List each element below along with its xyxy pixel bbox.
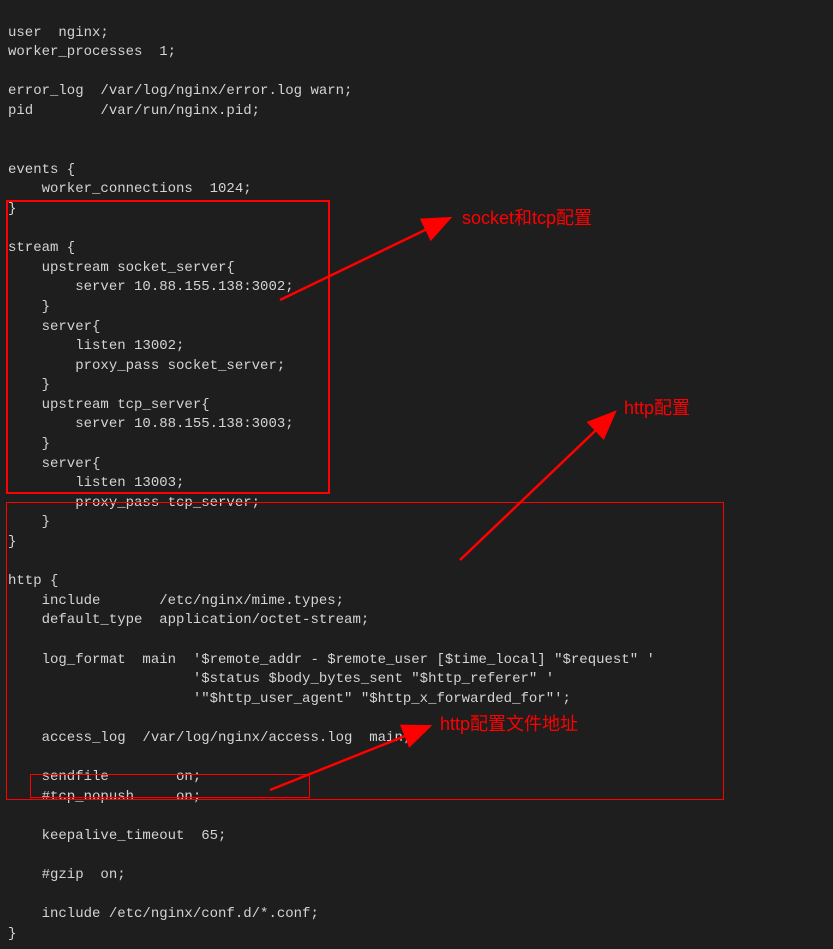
code-line: pid /var/run/nginx.pid; (8, 103, 260, 119)
code-line: user nginx; (8, 25, 109, 41)
code-line: events { (8, 162, 75, 178)
code-line: sendfile on; (8, 769, 201, 785)
code-line: server{ (8, 456, 100, 472)
code-line: server 10.88.155.138:3003; (8, 416, 294, 432)
code-line: error_log /var/log/nginx/error.log warn; (8, 83, 352, 99)
code-line: #gzip on; (8, 867, 126, 883)
code-line: include /etc/nginx/conf.d/*.conf; (8, 906, 319, 922)
code-line: proxy_pass socket_server; (8, 358, 285, 374)
code-line: '"$http_user_agent" "$http_x_forwarded_f… (8, 691, 571, 707)
code-line: server 10.88.155.138:3002; (8, 279, 294, 295)
code-line: stream { (8, 240, 75, 256)
code-line: worker_connections 1024; (8, 181, 252, 197)
code-line: worker_processes 1; (8, 44, 176, 60)
code-line: server{ (8, 319, 100, 335)
code-line: access_log /var/log/nginx/access.log mai… (8, 730, 411, 746)
code-line: } (8, 377, 50, 393)
code-line: listen 13003; (8, 475, 184, 491)
code-line: '$status $body_bytes_sent "$http_referer… (8, 671, 554, 687)
code-line: } (8, 436, 50, 452)
code-line: log_format main '$remote_addr - $remote_… (8, 652, 655, 668)
code-line: } (8, 299, 50, 315)
code-line: } (8, 926, 16, 942)
code-line: upstream tcp_server{ (8, 397, 210, 413)
code-line: http { (8, 573, 58, 589)
code-line: } (8, 514, 50, 530)
code-line: #tcp_nopush on; (8, 789, 201, 805)
code-line: default_type application/octet-stream; (8, 612, 369, 628)
code-line: } (8, 534, 16, 550)
code-line: keepalive_timeout 65; (8, 828, 226, 844)
code-line: } (8, 201, 16, 217)
code-line: listen 13002; (8, 338, 184, 354)
code-line: include /etc/nginx/mime.types; (8, 593, 344, 609)
code-line: proxy_pass tcp_server; (8, 495, 260, 511)
code-block: user nginx; worker_processes 1; error_lo… (0, 0, 833, 949)
code-line: upstream socket_server{ (8, 260, 235, 276)
